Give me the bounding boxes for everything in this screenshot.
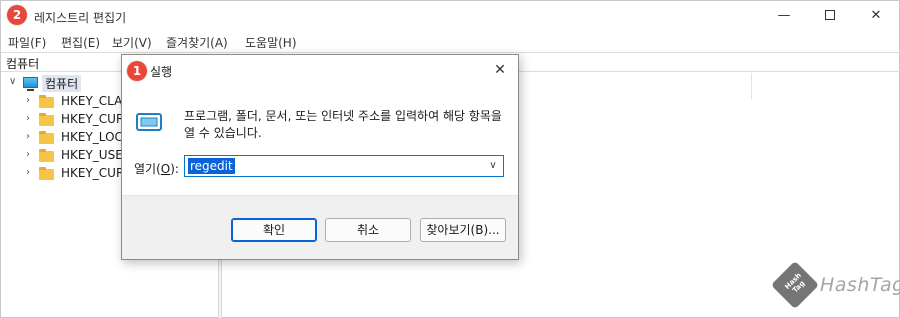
cancel-button[interactable]: 취소 — [325, 218, 411, 242]
dialog-title-bar: 실행 ✕ — [122, 55, 518, 85]
close-icon[interactable]: ✕ — [488, 59, 512, 81]
menu-bar: 파일(F) 편집(E) 보기(V) 즐겨찾기(A) 도움말(H) — [1, 31, 899, 52]
chevron-right-icon[interactable]: › — [26, 167, 36, 178]
minimize-button[interactable]: — — [761, 1, 807, 31]
menu-file[interactable]: 파일(F) — [8, 34, 46, 51]
folder-icon — [39, 113, 54, 126]
folder-icon — [39, 95, 54, 108]
title-bar: 레지스트리 편집기 — ✕ — [1, 1, 899, 31]
step-badge-2: 2 — [7, 5, 27, 25]
open-input-value: regedit — [188, 158, 235, 174]
chevron-down-icon[interactable]: ∨ — [9, 76, 19, 87]
menu-favorites[interactable]: 즐겨찾기(A) — [166, 34, 228, 51]
menu-edit[interactable]: 편집(E) — [61, 34, 100, 51]
dialog-title: 실행 — [150, 65, 173, 79]
tree-label: HKEY_CLAS — [61, 94, 130, 108]
dialog-description: 프로그램, 폴더, 문서, 또는 인터넷 주소를 입력하여 해당 항목을 열 수… — [184, 109, 502, 140]
close-button[interactable]: ✕ — [853, 1, 899, 31]
dialog-body: 프로그램, 폴더, 문서, 또는 인터넷 주소를 입력하여 해당 항목을 열 수… — [122, 85, 518, 195]
maximize-icon — [825, 9, 835, 20]
step-badge-1: 1 — [127, 61, 147, 81]
window-title: 레지스트리 편집기 — [34, 11, 127, 25]
open-label: 열기(O): — [134, 162, 179, 176]
chevron-right-icon[interactable]: › — [26, 149, 36, 160]
computer-icon — [23, 77, 38, 91]
tree-label: 컴퓨터 — [42, 75, 82, 92]
column-divider — [751, 73, 752, 99]
chevron-right-icon[interactable]: › — [26, 113, 36, 124]
folder-icon — [39, 131, 54, 144]
run-icon — [136, 113, 162, 131]
run-dialog: 실행 ✕ 프로그램, 폴더, 문서, 또는 인터넷 주소를 입력하여 해당 항목… — [121, 54, 519, 260]
folder-icon — [39, 167, 54, 180]
menu-view[interactable]: 보기(V) — [112, 34, 152, 51]
address-path: 컴퓨터 — [6, 57, 40, 71]
maximize-button[interactable] — [807, 1, 853, 31]
menu-help[interactable]: 도움말(H) — [245, 34, 297, 51]
ok-button[interactable]: 확인 — [231, 218, 317, 242]
chevron-down-icon[interactable]: ∨ — [485, 157, 501, 175]
browse-button[interactable]: 찾아보기(B)... — [420, 218, 506, 242]
open-input[interactable]: regedit ∨ — [184, 155, 504, 177]
folder-icon — [39, 149, 54, 162]
chevron-right-icon[interactable]: › — [26, 131, 36, 142]
chevron-right-icon[interactable]: › — [26, 95, 36, 106]
watermark-text: HashTag — [820, 274, 900, 296]
dialog-footer: 확인 취소 찾아보기(B)... — [122, 195, 518, 259]
